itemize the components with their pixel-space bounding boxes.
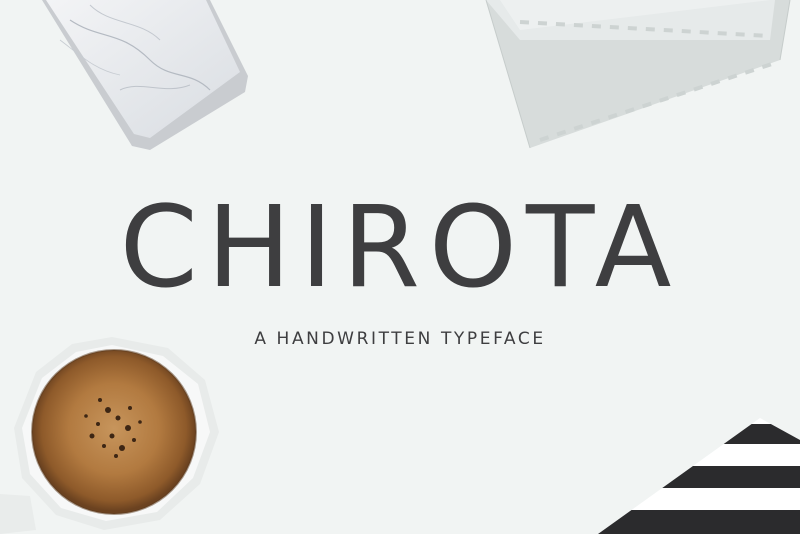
typeface-title: CHIROTA [119, 183, 681, 313]
envelope [485, 0, 791, 149]
marble-phone [42, 0, 248, 150]
coffee-cup [0, 337, 219, 534]
typeface-subtitle: A HANDWRITTEN TYPEFACE [254, 329, 546, 349]
striped-paper [598, 418, 800, 534]
